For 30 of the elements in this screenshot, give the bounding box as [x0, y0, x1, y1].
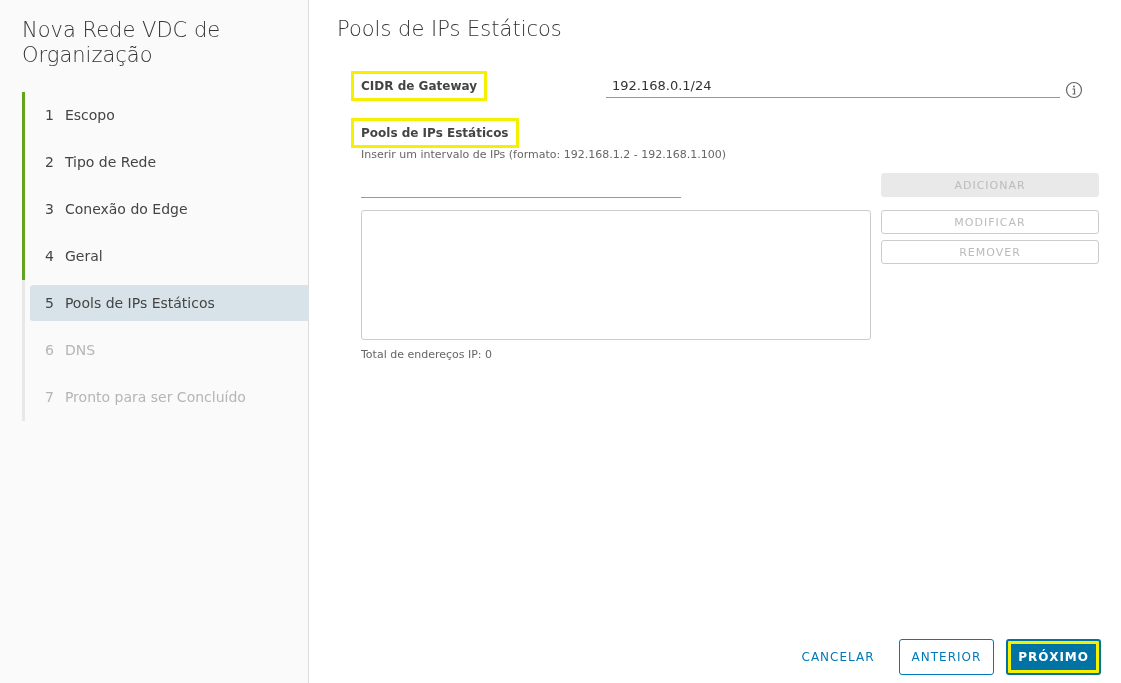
info-icon[interactable]: [1065, 81, 1083, 99]
wizard-title: Nova Rede VDC de Organização: [22, 18, 222, 68]
wizard-step[interactable]: 3 Conexão do Edge: [30, 191, 309, 227]
pools-label: Pools de IPs Estáticos: [354, 121, 516, 145]
wizard-step[interactable]: 2 Tipo de Rede: [30, 144, 309, 180]
step-label: DNS: [64, 342, 96, 358]
step-label: Conexão do Edge: [64, 201, 188, 217]
step-number: 7: [45, 389, 54, 405]
next-button[interactable]: PRÓXIMO: [1006, 639, 1101, 675]
step-number: 2: [45, 154, 54, 170]
step-number: 4: [45, 248, 54, 264]
back-button[interactable]: ANTERIOR: [898, 639, 995, 675]
step-number: 6: [45, 342, 54, 358]
step-number: 3: [45, 201, 54, 217]
cancel-button[interactable]: CANCELAR: [789, 639, 887, 675]
step-label: Escopo: [64, 107, 115, 123]
gateway-input[interactable]: 192.168.0.1/24: [606, 74, 1060, 98]
gateway-label: CIDR de Gateway: [354, 74, 484, 98]
step-label: Geral: [64, 248, 103, 264]
step-label: Tipo de Rede: [64, 154, 156, 170]
step-label: Pools de IPs Estáticos: [64, 295, 215, 311]
wizard-step[interactable]: 4 Geral: [30, 238, 309, 274]
total-addresses: Total de endereços IP: 0: [361, 348, 494, 361]
step-number: 1: [45, 107, 54, 123]
wizard-step[interactable]: 5 Pools de IPs Estáticos: [30, 285, 309, 321]
step-label: Pronto para ser Concluído: [64, 389, 246, 405]
step-number: 5: [45, 295, 54, 311]
wizard-step[interactable]: 1 Escopo: [30, 97, 309, 133]
pools-hint: Inserir um intervalo de IPs (formato: 192.168.1.2 - 192.168.1.100): [361, 148, 727, 161]
page-title: Pools de IPs Estáticos: [337, 17, 563, 41]
